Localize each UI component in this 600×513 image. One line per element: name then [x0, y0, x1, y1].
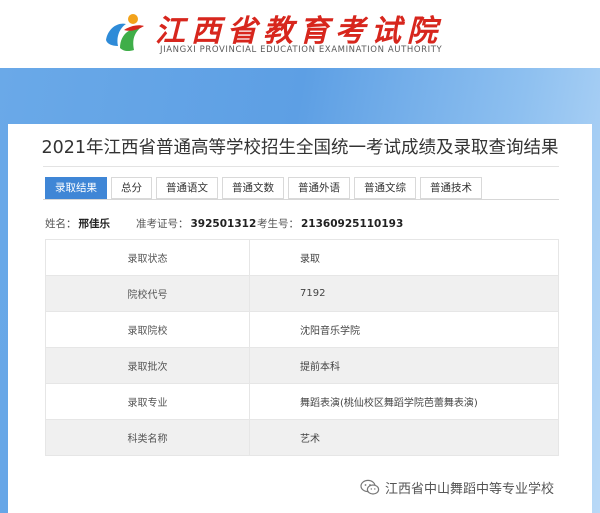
row-value: 沈阳音乐学院 — [249, 311, 559, 348]
wechat-watermark: 江西省中山舞蹈中等专业学校 — [360, 477, 554, 497]
admission-number: 392501312 — [190, 218, 257, 230]
row-label: 录取院校 — [45, 311, 250, 348]
exam-number: 21360925110193 — [301, 218, 404, 230]
student-name-label: 姓名： — [45, 218, 77, 230]
admission-number-label: 准考证号： — [136, 218, 189, 230]
tab-admission-result[interactable]: 录取结果 — [45, 177, 107, 199]
row-label: 录取专业 — [45, 383, 250, 420]
student-name: 邢佳乐 — [78, 218, 111, 230]
row-label: 科类名称 — [45, 419, 250, 456]
row-value: 艺术 — [249, 419, 559, 456]
student-name-field: 姓名： 邢佳乐 — [45, 216, 110, 231]
results-panel: 2021年江西省普通高等学校招生全国统一考试成绩及录取查询结果 录取结果 总分 … — [8, 124, 592, 513]
exam-number-label: 考生号： — [257, 218, 299, 230]
tab-total-score[interactable]: 总分 — [111, 177, 152, 199]
logo-title: 江西省教育考试院 — [155, 14, 443, 49]
table-row: 录取状态 录取 — [45, 239, 559, 276]
row-value: 提前本科 — [249, 347, 559, 384]
logo-icon — [106, 14, 144, 52]
tab-math[interactable]: 普通文数 — [222, 177, 284, 199]
site-header: 江西省教育考试院 JIANGXI PROVINCIAL EDUCATION EX… — [0, 0, 600, 68]
wechat-icon — [360, 479, 380, 495]
table-row: 录取院校 沈阳音乐学院 — [45, 311, 559, 348]
exam-number-field: 考生号： 21360925110193 — [257, 216, 403, 231]
page-title: 2021年江西省普通高等学校招生全国统一考试成绩及录取查询结果 — [41, 138, 559, 158]
table-row: 录取专业 舞蹈表演(桃仙校区舞蹈学院芭蕾舞表演) — [45, 383, 559, 420]
tab-technology[interactable]: 普通技术 — [420, 177, 482, 199]
row-value: 7192 — [249, 275, 559, 312]
logo-subtitle: JIANGXI PROVINCIAL EDUCATION EXAMINATION… — [160, 45, 443, 55]
table-row: 录取批次 提前本科 — [45, 347, 559, 384]
table-row: 科类名称 艺术 — [45, 419, 559, 456]
watermark-text: 江西省中山舞蹈中等专业学校 — [385, 481, 555, 497]
row-label: 院校代号 — [45, 275, 250, 312]
tab-liberal-arts[interactable]: 普通文综 — [354, 177, 416, 199]
tabs-divider — [43, 199, 559, 200]
tab-chinese[interactable]: 普通语文 — [156, 177, 218, 199]
tab-foreign-language[interactable]: 普通外语 — [288, 177, 350, 199]
row-value: 录取 — [249, 239, 559, 276]
admission-result-table: 录取状态 录取 院校代号 7192 录取院校 沈阳音乐学院 录取批次 提前本科 … — [45, 239, 559, 456]
table-row: 院校代号 7192 — [45, 275, 559, 312]
admission-number-field: 准考证号： 392501312 — [136, 216, 256, 231]
row-label: 录取批次 — [45, 347, 250, 384]
title-divider — [43, 166, 559, 167]
tab-bar: 录取结果 总分 普通语文 普通文数 普通外语 普通文综 普通技术 — [45, 177, 482, 199]
row-value: 舞蹈表演(桃仙校区舞蹈学院芭蕾舞表演) — [249, 383, 559, 420]
row-label: 录取状态 — [45, 239, 250, 276]
